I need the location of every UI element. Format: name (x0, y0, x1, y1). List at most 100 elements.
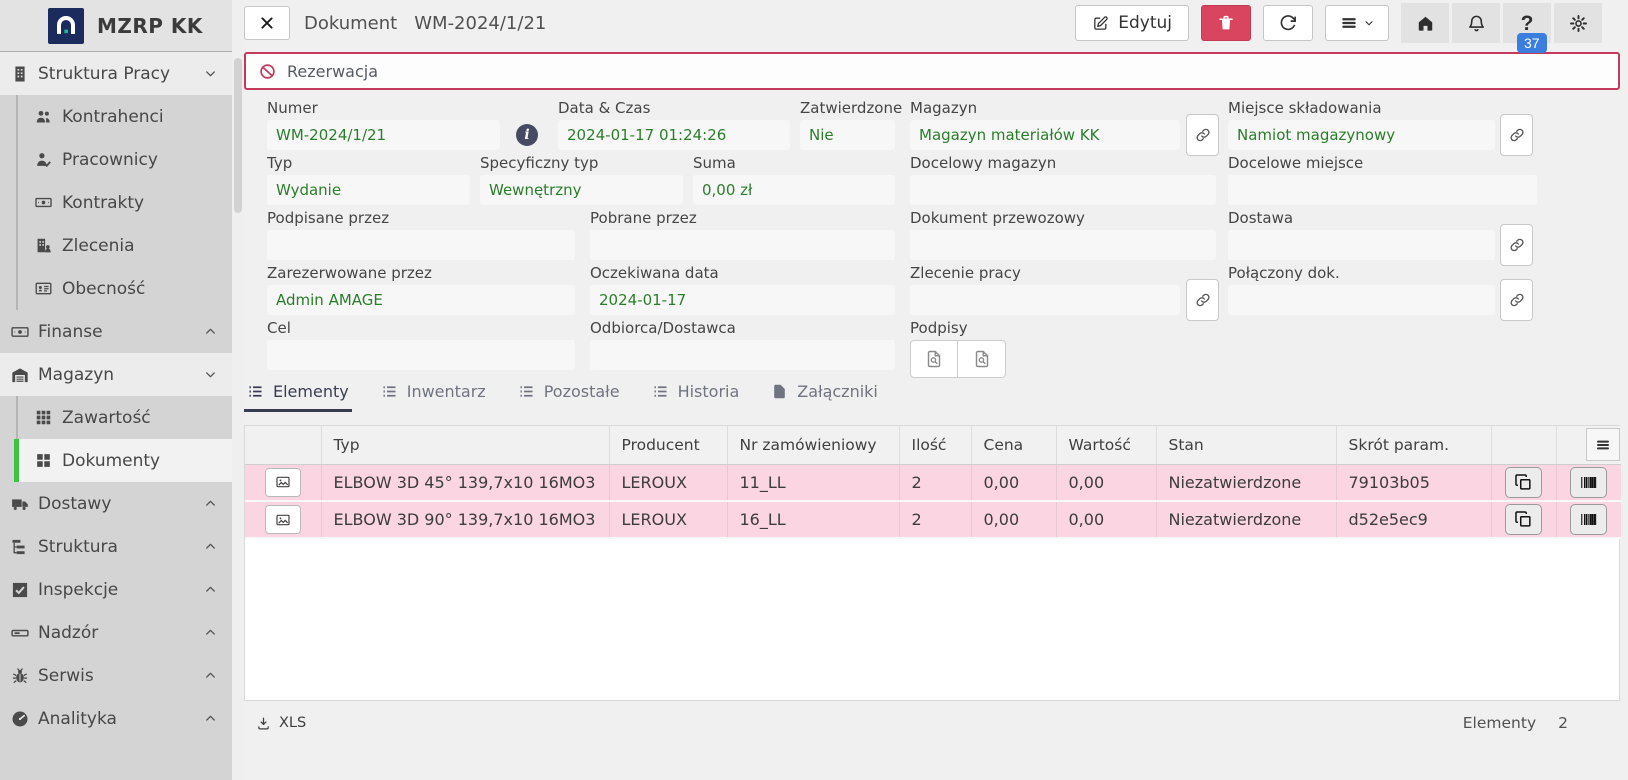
dostawa-link-button[interactable] (1500, 224, 1533, 266)
refresh-button[interactable] (1263, 5, 1313, 41)
sidebar-item-finanse[interactable]: Finanse (0, 310, 232, 353)
numer-input[interactable]: WM-2024/1/21 (267, 120, 500, 150)
sidebar-item-label: Zawartość (62, 408, 151, 428)
sidebar-item-serwis[interactable]: Serwis (0, 654, 232, 697)
column-header-actions-10[interactable] (1556, 426, 1621, 464)
sidebar-item-analityka[interactable]: Analityka (0, 697, 232, 740)
column-header-wartosc[interactable]: Wartość (1056, 426, 1156, 464)
column-header-producent[interactable]: Producent (609, 426, 727, 464)
table-row[interactable]: ELBOW 3D 45° 139,7x10 16MO3LEROUX11_LL20… (245, 464, 1621, 501)
app-root: MZRP KK Struktura Pracy KontrahenciPracow… (0, 0, 1628, 780)
podpisane-przez-input[interactable] (267, 230, 575, 260)
signature-preview-button-2[interactable] (958, 340, 1006, 378)
polaczony-dok-input[interactable] (1228, 285, 1495, 315)
docelowe-miejsce-input[interactable] (1228, 175, 1537, 205)
banknote-icon (10, 322, 30, 342)
zarezerwowane-przez-input[interactable]: Admin AMAGE (267, 285, 575, 315)
tab-pozostałe[interactable]: Pozostałe (515, 382, 623, 412)
sidebar-item-magazyn[interactable]: Magazyn (0, 353, 232, 396)
sidebar-scrollbar-thumb[interactable] (234, 58, 242, 213)
row-image-button[interactable] (265, 505, 301, 534)
sidebar-item-dokumenty[interactable]: Dokumenty (18, 439, 232, 482)
sidebar-scrollbar[interactable] (232, 0, 244, 780)
odbiorca-dostawca-input[interactable] (590, 340, 895, 370)
sidebar-item-inspekcje[interactable]: Inspekcje (0, 568, 232, 611)
magazyn-link-button[interactable] (1186, 114, 1219, 156)
zlecenie-link-button[interactable] (1186, 279, 1219, 321)
column-header-cena[interactable]: Cena (971, 426, 1056, 464)
sidebar-item-nadzór[interactable]: Nadzór (0, 611, 232, 654)
column-header-skrot_param[interactable]: Skrót param. (1336, 426, 1491, 464)
specyficzny-typ-input[interactable]: Wewnętrzny (480, 175, 683, 205)
column-header-ilosc[interactable]: Ilość (899, 426, 971, 464)
typ-input[interactable]: Wydanie (267, 175, 470, 205)
column-header-nr_zamowieniowy[interactable]: Nr zamówieniowy (727, 426, 899, 464)
cell-typ: ELBOW 3D 45° 139,7x10 16MO3 (321, 464, 609, 501)
hamburger-icon (1595, 437, 1611, 453)
column-header-actions-9[interactable] (1491, 426, 1556, 464)
sidebar-item-obecność[interactable]: Obecność (18, 267, 232, 310)
field-label: Odbiorca/Dostawca (590, 319, 895, 336)
miejsce-skladowania-input[interactable]: Namiot magazynowy (1228, 120, 1495, 150)
xls-export-button[interactable]: XLS (256, 715, 306, 731)
sidebar-item-zlecenia[interactable]: Zlecenia (18, 224, 232, 267)
row-barcode-button[interactable] (1570, 467, 1607, 498)
sidebar-item-kontrakty[interactable]: Kontrakty (18, 181, 232, 224)
column-header-stan[interactable]: Stan (1156, 426, 1336, 464)
sitemap-icon (10, 537, 30, 557)
table-menu-button[interactable] (1586, 428, 1620, 461)
field-suma: Suma 0,00 zł (693, 154, 895, 205)
miejsce-link-button[interactable] (1500, 114, 1533, 156)
app-logo[interactable]: MZRP KK (0, 0, 232, 52)
menu-button[interactable] (1325, 5, 1389, 41)
tab-historia[interactable]: Historia (649, 382, 743, 412)
tab-elementy[interactable]: Elementy (244, 382, 352, 412)
oczekiwana-data-input[interactable]: 2024-01-17 (590, 285, 895, 315)
field-label: Oczekiwana data (590, 264, 895, 281)
data-czas-input[interactable]: 2024-01-17 01:24:26 (558, 120, 790, 150)
close-button[interactable] (244, 6, 290, 40)
table-row[interactable]: ELBOW 3D 90° 139,7x10 16MO3LEROUX16_LL20… (245, 501, 1621, 538)
info-icon[interactable]: i (516, 124, 538, 146)
zlecenie-pracy-input[interactable] (910, 285, 1180, 315)
sidebar-item-struktura[interactable]: Struktura (0, 525, 232, 568)
file-icon (771, 383, 788, 400)
signature-preview-button-1[interactable] (910, 340, 958, 378)
sidebar-item-zawartość[interactable]: Zawartość (18, 396, 232, 439)
sidebar-item-label: Struktura Pracy (38, 64, 170, 84)
dostawa-input[interactable] (1228, 230, 1495, 260)
quick-actions: ? 37 (1401, 3, 1602, 43)
edit-button[interactable]: Edytuj (1075, 5, 1189, 41)
sidebar-item-dostawy[interactable]: Dostawy (0, 482, 232, 525)
suma-input[interactable]: 0,00 zł (693, 175, 895, 205)
column-header-actions-0[interactable] (245, 426, 321, 464)
field-dokument-przewozowy: Dokument przewozowy (910, 209, 1216, 260)
tab-inwentarz[interactable]: Inwentarz (378, 382, 489, 412)
pobrane-przez-input[interactable] (590, 230, 895, 260)
notifications-button[interactable] (1452, 3, 1500, 43)
panel-icon (10, 623, 30, 643)
row-copy-button[interactable] (1505, 467, 1542, 498)
dokument-przewozowy-input[interactable] (910, 230, 1216, 260)
row-copy-button[interactable] (1505, 504, 1542, 535)
settings-button[interactable] (1554, 3, 1602, 43)
docelowy-magazyn-input[interactable] (910, 175, 1216, 205)
row-image-button[interactable] (265, 468, 301, 497)
column-header-typ[interactable]: Typ (321, 426, 609, 464)
element-count: Elementy 2 (1463, 714, 1620, 732)
cel-input[interactable] (267, 340, 575, 370)
help-button[interactable]: ? 37 (1503, 3, 1551, 43)
sidebar-item-label: Inspekcje (38, 580, 118, 600)
tab-załączniki[interactable]: Załączniki (768, 382, 881, 412)
sidebar-item-struktura-pracy[interactable]: Struktura Pracy (0, 52, 232, 95)
bug-icon (10, 666, 30, 686)
delete-button[interactable] (1201, 5, 1251, 41)
home-button[interactable] (1401, 3, 1449, 43)
magazyn-input[interactable]: Magazyn materiałów KK (910, 120, 1180, 150)
row-barcode-button[interactable] (1570, 504, 1607, 535)
sidebar-item-kontrahenci[interactable]: Kontrahenci (18, 95, 232, 138)
zatwierdzone-input[interactable]: Nie (800, 120, 895, 150)
polaczony-link-button[interactable] (1500, 279, 1533, 321)
id-card-icon (34, 279, 53, 298)
sidebar-item-pracownicy[interactable]: Pracownicy (18, 138, 232, 181)
